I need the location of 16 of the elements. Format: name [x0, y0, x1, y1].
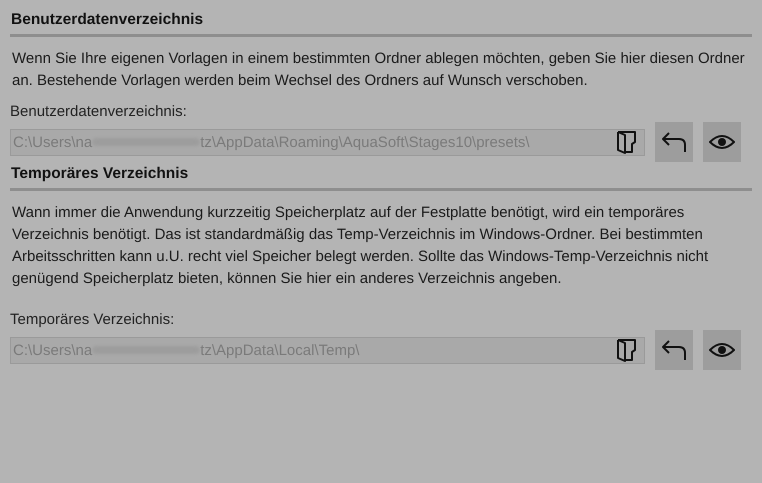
section-description: Wann immer die Anwendung kurzzeitig Speicherplatz auf der Festplatte benötigt, wird ein temporäres Verzeichnis benötigt. Das ist standardmäßig das Temp-Verzeichnis im Windows-Ordner. Bei bestimmten Arbeitsschritten kann u.U. recht viel Speicher belegt werden. Sollte das Windows-Temp-Verzeichnis nicht genügend Speicherplatz bieten, können Sie hier ein anderes Verzeichnis angeben. [12, 203, 710, 289]
section-description: Wenn Sie Ihre eigenen Vorlagen in einem bestimmten Ordner ablegen möchten, geben Sie hier diesen Ordner an. Bestehende Vorlagen werden beim Wechsel des Ordners auf Wunsch verschoben. [12, 49, 746, 91]
field-label: Benutzerdatenverzeichnis: [10, 102, 188, 122]
folder-icon[interactable] [616, 338, 638, 362]
undo-arrow-icon [660, 130, 688, 154]
folder-icon[interactable] [616, 130, 638, 154]
section-heading: Temporäres Verzeichnis [11, 164, 190, 184]
section-heading: Benutzerdatenverzeichnis [11, 10, 204, 30]
reset-button[interactable] [655, 330, 693, 370]
undo-arrow-icon [660, 338, 688, 362]
reset-button[interactable] [655, 122, 693, 162]
view-button[interactable] [703, 122, 741, 162]
eye-icon [709, 134, 735, 150]
view-button[interactable] [703, 330, 741, 370]
eye-icon [709, 342, 735, 358]
field-label: Temporäres Verzeichnis: [10, 310, 176, 330]
